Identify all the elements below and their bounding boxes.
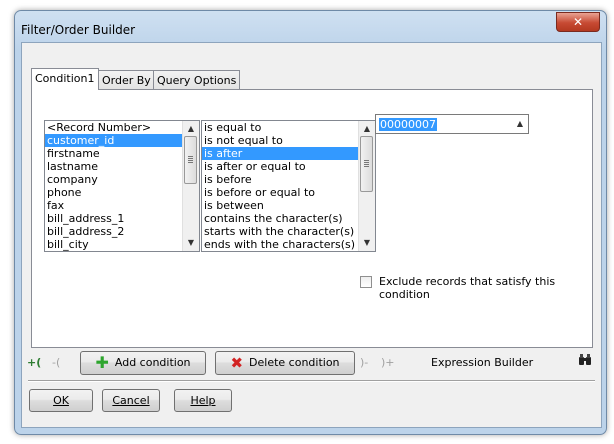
delete-condition-button[interactable]: ✖ Delete condition xyxy=(215,351,355,375)
value-text: 00000007 xyxy=(379,118,437,131)
list-item[interactable]: is between xyxy=(202,199,375,212)
scroll-thumb[interactable] xyxy=(184,136,197,184)
list-item[interactable]: is not equal to xyxy=(202,134,375,147)
close-icon: ✕ xyxy=(572,15,584,29)
operator-list[interactable]: is equal to is not equal to is after is aft… xyxy=(201,120,376,252)
field-items: <Record Number> customer_id firstname lastn… xyxy=(45,121,199,251)
list-item[interactable]: starts with the character(s) xyxy=(202,225,375,238)
delete-condition-label: Delete condition xyxy=(249,356,340,369)
exclude-checkbox[interactable] xyxy=(360,276,372,288)
tab-label: Order By xyxy=(102,74,151,87)
list-item[interactable]: bill_address_1 xyxy=(45,212,199,225)
divider xyxy=(28,380,595,382)
list-item[interactable]: customer_id xyxy=(45,134,199,147)
help-label: Help xyxy=(190,394,216,407)
list-item[interactable]: company xyxy=(45,173,199,186)
tab-condition1[interactable]: Condition1 xyxy=(31,68,99,90)
list-item[interactable]: phone xyxy=(45,186,199,199)
field-list-scrollbar[interactable]: ▲ ▼ xyxy=(182,121,199,251)
list-item[interactable]: fax xyxy=(45,199,199,212)
close-paren-icon: )+ xyxy=(381,356,395,369)
scroll-down-arrow-icon[interactable]: ▼ xyxy=(359,235,375,251)
list-item[interactable]: is before xyxy=(202,173,375,186)
add-condition-label: Add condition xyxy=(114,356,191,369)
open-paren-icon[interactable]: +( xyxy=(27,356,41,369)
cancel-button[interactable]: Cancel xyxy=(102,389,160,412)
exclude-checkbox-label[interactable]: Exclude records that satisfy this condit… xyxy=(379,275,601,301)
list-item[interactable]: lastname xyxy=(45,160,199,173)
field-list[interactable]: <Record Number> customer_id firstname lastn… xyxy=(44,120,200,252)
add-condition-button[interactable]: ✚ Add condition xyxy=(80,351,206,375)
condition-value-input[interactable]: 00000007 ▲ xyxy=(375,114,529,134)
tab-label: Condition1 xyxy=(35,72,95,85)
scroll-down-arrow-icon[interactable]: ▼ xyxy=(183,235,199,251)
plus-icon: ✚ xyxy=(95,353,109,372)
list-item[interactable]: is equal to xyxy=(202,121,375,134)
list-item[interactable]: is after or equal to xyxy=(202,160,375,173)
binoculars-icon[interactable] xyxy=(578,354,592,366)
list-item[interactable]: is after xyxy=(202,147,375,160)
help-button[interactable]: Help xyxy=(174,389,232,412)
list-item[interactable]: is before or equal to xyxy=(202,186,375,199)
dialog-body: Condition1 Order By Query Options <Recor… xyxy=(21,42,602,428)
remove-open-paren-icon: -( xyxy=(52,356,61,369)
spin-up-arrow-icon[interactable]: ▲ xyxy=(512,115,528,133)
ok-button[interactable]: OK xyxy=(29,389,93,412)
remove-close-paren-icon: )- xyxy=(360,356,369,369)
list-item[interactable]: bill_address_2 xyxy=(45,225,199,238)
delete-x-icon: ✖ xyxy=(230,354,244,372)
tab-label: Query Options xyxy=(157,74,237,87)
operator-items: is equal to is not equal to is after is aft… xyxy=(202,121,375,251)
ok-label: OK xyxy=(53,394,69,407)
operator-list-scrollbar[interactable]: ▲ ▼ xyxy=(358,121,375,251)
cancel-label: Cancel xyxy=(112,394,150,407)
scroll-thumb[interactable] xyxy=(360,136,373,192)
list-item[interactable]: firstname xyxy=(45,147,199,160)
list-item[interactable]: bill_city xyxy=(45,238,199,251)
expression-builder-label[interactable]: Expression Builder xyxy=(431,356,533,369)
filter-order-builder-window: Filter/Order Builder ✕ Condition1 Order … xyxy=(14,10,607,435)
list-item[interactable]: ends with the characters(s) xyxy=(202,238,375,251)
scroll-up-arrow-icon[interactable]: ▲ xyxy=(359,121,375,137)
scroll-up-arrow-icon[interactable]: ▲ xyxy=(183,121,199,137)
tab-order-by[interactable]: Order By xyxy=(98,70,155,89)
list-item[interactable]: <Record Number> xyxy=(45,121,199,134)
window-title: Filter/Order Builder xyxy=(21,23,136,37)
tab-query-options[interactable]: Query Options xyxy=(153,70,241,89)
list-item[interactable]: contains the character(s) xyxy=(202,212,375,225)
close-button[interactable]: ✕ xyxy=(556,12,600,32)
